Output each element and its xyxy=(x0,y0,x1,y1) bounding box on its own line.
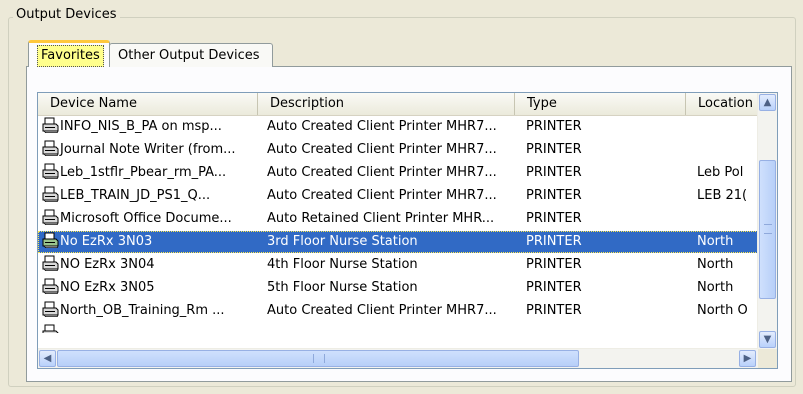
table-row[interactable]: NO EzRx 3N05 5th Floor Nurse Station PRI… xyxy=(38,277,758,299)
location-cell: Leb Pol xyxy=(697,165,744,180)
table-row[interactable]: No EzRx 3N03 3rd Floor Nurse Station PRI… xyxy=(38,231,758,253)
location-cell xyxy=(697,139,757,161)
device-name-text: LEB_TRAIN_JD_PS1_Q... xyxy=(60,188,211,203)
table-row[interactable]: Journal Note Writer (from... Auto Create… xyxy=(38,139,758,161)
location-cell: North xyxy=(697,257,734,272)
device-name-cell: North_OB_Training_Rm ... xyxy=(41,300,263,322)
description-cell: 3rd Floor Nurse Station xyxy=(267,234,418,249)
device-name-cell: Leb_1stflr_Pbear_rm_PA... xyxy=(41,162,263,184)
type-cell: PRINTER xyxy=(526,280,582,295)
table-row[interactable]: LEB_TRAIN_JD_PS1_Q... Auto Created Clien… xyxy=(38,185,758,207)
tab-favorites[interactable]: Favorites xyxy=(28,40,110,67)
scrollbar-corner xyxy=(758,349,777,368)
type-cell: PRINTER xyxy=(526,142,582,157)
description-cell: 5th Floor Nurse Station xyxy=(267,280,418,295)
device-name-text: NO EzRx 3N05 xyxy=(60,280,155,295)
location-cell: North O xyxy=(697,303,748,318)
device-name-text: North_OB_Training_Rm ... xyxy=(60,303,225,318)
printer-icon xyxy=(41,209,59,226)
location-cell xyxy=(697,116,757,138)
printer-icon xyxy=(41,117,59,134)
list-item-partial[interactable] xyxy=(38,323,758,333)
description-cell: Auto Created Client Printer MHR7... xyxy=(267,142,497,157)
description-cell: 4th Floor Nurse Station xyxy=(267,257,418,272)
column-header-type[interactable]: Type xyxy=(515,93,686,115)
table-row[interactable]: North_OB_Training_Rm ... Auto Created Cl… xyxy=(38,300,758,322)
location-cell xyxy=(697,208,757,230)
device-name-cell: NO EzRx 3N04 xyxy=(41,254,263,276)
device-name-text: Microsoft Office Docume... xyxy=(60,211,232,226)
printer-icon xyxy=(41,163,59,180)
location-cell: North xyxy=(697,234,734,249)
vertical-scrollbar[interactable]: ▲ ▼ xyxy=(757,93,777,349)
device-name-text: Journal Note Writer (from... xyxy=(60,142,236,157)
table-row[interactable]: NO EzRx 3N04 4th Floor Nurse Station PRI… xyxy=(38,254,758,276)
printer-icon xyxy=(41,186,59,203)
type-cell: PRINTER xyxy=(526,257,582,272)
description-cell: Auto Retained Client Printer MHR... xyxy=(267,211,495,226)
device-name-cell: NO EzRx 3N05 xyxy=(41,277,263,299)
device-name-cell: No EzRx 3N03 xyxy=(41,231,263,253)
device-name-text: INFO_NIS_B_PA on msp... xyxy=(60,119,222,134)
device-name-text: No EzRx 3N03 xyxy=(60,234,153,249)
type-cell: PRINTER xyxy=(526,303,582,318)
list-header: Device Name Description Type Location xyxy=(38,93,758,116)
description-cell: Auto Created Client Printer MHR7... xyxy=(267,188,497,203)
type-cell: PRINTER xyxy=(526,234,582,249)
location-cell: North xyxy=(697,280,734,295)
column-header-description[interactable]: Description xyxy=(258,93,515,115)
vertical-scroll-thumb[interactable] xyxy=(759,160,776,299)
horizontal-scroll-thumb[interactable] xyxy=(57,350,579,367)
column-header-location[interactable]: Location xyxy=(686,93,758,115)
device-name-cell: Microsoft Office Docume... xyxy=(41,208,263,230)
description-cell: Auto Created Client Printer MHR7... xyxy=(267,303,497,318)
groupbox-title: Output Devices xyxy=(13,7,120,23)
printer-icon xyxy=(41,232,59,249)
printer-icon xyxy=(41,140,59,157)
scroll-down-arrow-icon[interactable]: ▼ xyxy=(759,331,776,348)
tab-other-label: Other Output Devices xyxy=(118,48,260,63)
description-cell: Auto Created Client Printer MHR7... xyxy=(267,165,497,180)
table-row[interactable]: Microsoft Office Docume... Auto Retained… xyxy=(38,208,758,230)
printer-icon xyxy=(41,278,59,295)
tab-other-output-devices[interactable]: Other Output Devices xyxy=(109,43,273,67)
tab-favorites-label: Favorites xyxy=(37,45,104,67)
printer-icon xyxy=(41,255,59,272)
printer-icon xyxy=(41,301,59,318)
scroll-left-arrow-icon[interactable]: ◀ xyxy=(39,350,56,367)
type-cell: PRINTER xyxy=(526,211,582,226)
device-name-cell: INFO_NIS_B_PA on msp... xyxy=(41,116,263,138)
horizontal-scrollbar[interactable]: ◀ ▶ xyxy=(38,348,758,368)
table-row[interactable]: INFO_NIS_B_PA on msp... Auto Created Cli… xyxy=(38,116,758,138)
column-header-device-name[interactable]: Device Name xyxy=(38,93,258,115)
scroll-up-arrow-icon[interactable]: ▲ xyxy=(759,94,776,111)
device-name-text: Leb_1stflr_Pbear_rm_PA... xyxy=(60,165,227,180)
scroll-right-arrow-icon[interactable]: ▶ xyxy=(739,350,756,367)
device-name-text: NO EzRx 3N04 xyxy=(60,257,155,272)
printer-icon xyxy=(41,324,59,333)
type-cell: PRINTER xyxy=(526,165,582,180)
table-row[interactable]: Leb_1stflr_Pbear_rm_PA... Auto Created C… xyxy=(38,162,758,184)
description-cell: Auto Created Client Printer MHR7... xyxy=(267,119,497,134)
type-cell: PRINTER xyxy=(526,119,582,134)
device-name-cell: Journal Note Writer (from... xyxy=(41,139,263,161)
device-name-cell: LEB_TRAIN_JD_PS1_Q... xyxy=(41,185,263,207)
location-cell: LEB 21( xyxy=(697,188,748,203)
device-list[interactable]: Device Name Description Type Location IN… xyxy=(37,92,778,369)
type-cell: PRINTER xyxy=(526,188,582,203)
